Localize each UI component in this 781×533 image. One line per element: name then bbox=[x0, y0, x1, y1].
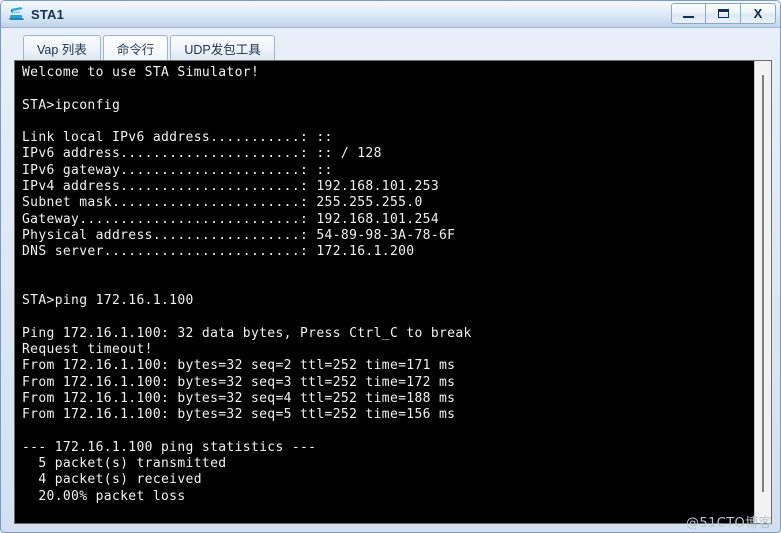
window-title: STA1 bbox=[31, 6, 65, 22]
terminal-line: From 172.16.1.100: bytes=32 seq=4 ttl=25… bbox=[22, 390, 456, 406]
client-area: Vap 列表 命令行 UDP发包工具 Welcome to use STA Si… bbox=[1, 28, 780, 532]
terminal-line: 4 packet(s) received bbox=[22, 472, 202, 488]
terminal-line: From 172.16.1.100: bytes=32 seq=2 ttl=25… bbox=[22, 358, 456, 374]
tab-strip: Vap 列表 命令行 UDP发包工具 bbox=[14, 34, 772, 60]
terminal-line: STA>ping 172.16.1.100 bbox=[22, 293, 194, 309]
sta-device-icon bbox=[8, 5, 26, 23]
sta1-window: STA1 X Vap 列表 命令行 UDP发包工具 Welcome to use… bbox=[0, 0, 781, 533]
tab-udp-packet-tool-label: UDP发包工具 bbox=[184, 42, 261, 57]
terminal-scrollbar[interactable] bbox=[754, 61, 771, 523]
terminal-line: STA>ipconfig bbox=[22, 97, 121, 113]
terminal-line: DNS server........................: 172.… bbox=[22, 244, 415, 260]
tab-command-line[interactable]: 命令行 bbox=[102, 35, 169, 60]
terminal-line: --- 172.16.1.100 ping statistics --- bbox=[22, 439, 317, 455]
close-button[interactable]: X bbox=[741, 3, 776, 24]
minimize-button[interactable] bbox=[671, 3, 706, 24]
terminal-line: Gateway...........................: 192.… bbox=[22, 211, 440, 227]
tab-vap-list-label: Vap 列表 bbox=[37, 42, 87, 57]
scrollbar-thumb[interactable] bbox=[762, 75, 764, 492]
terminal-line: Physical address..................: 54-8… bbox=[22, 227, 456, 243]
tab-vap-list[interactable]: Vap 列表 bbox=[23, 35, 101, 60]
terminal-line: Request timeout! bbox=[22, 342, 153, 358]
terminal-line: Subnet mask.......................: 255.… bbox=[22, 195, 423, 211]
close-icon: X bbox=[753, 6, 763, 21]
terminal-line: From 172.16.1.100: bytes=32 seq=3 ttl=25… bbox=[22, 374, 456, 390]
terminal-output[interactable]: Welcome to use STA Simulator! STA>ipconfi… bbox=[15, 61, 754, 523]
maximize-button[interactable] bbox=[706, 3, 741, 24]
terminal-line: From 172.16.1.100: bytes=32 seq=5 ttl=25… bbox=[22, 407, 456, 423]
maximize-icon bbox=[717, 9, 729, 18]
terminal-line: Welcome to use STA Simulator! bbox=[22, 65, 260, 80]
terminal-line: IPv6 gateway......................: :: bbox=[22, 162, 333, 178]
tab-udp-packet-tool[interactable]: UDP发包工具 bbox=[170, 35, 275, 60]
minimize-icon bbox=[683, 16, 694, 18]
terminal-line: IPv4 address......................: 192.… bbox=[22, 179, 440, 195]
title-bar[interactable]: STA1 X bbox=[1, 1, 780, 28]
terminal-line: 20.00% packet loss bbox=[22, 488, 186, 504]
terminal-panel: Welcome to use STA Simulator! STA>ipconfi… bbox=[14, 60, 772, 524]
terminal-line: IPv6 address......................: :: /… bbox=[22, 146, 382, 162]
terminal-line: 5 packet(s) transmitted bbox=[22, 456, 227, 472]
terminal-line: Ping 172.16.1.100: 32 data bytes, Press … bbox=[22, 325, 472, 341]
window-controls: X bbox=[671, 3, 776, 24]
terminal-line: Link local IPv6 address...........: :: bbox=[22, 130, 333, 146]
tab-command-line-label: 命令行 bbox=[116, 42, 155, 57]
